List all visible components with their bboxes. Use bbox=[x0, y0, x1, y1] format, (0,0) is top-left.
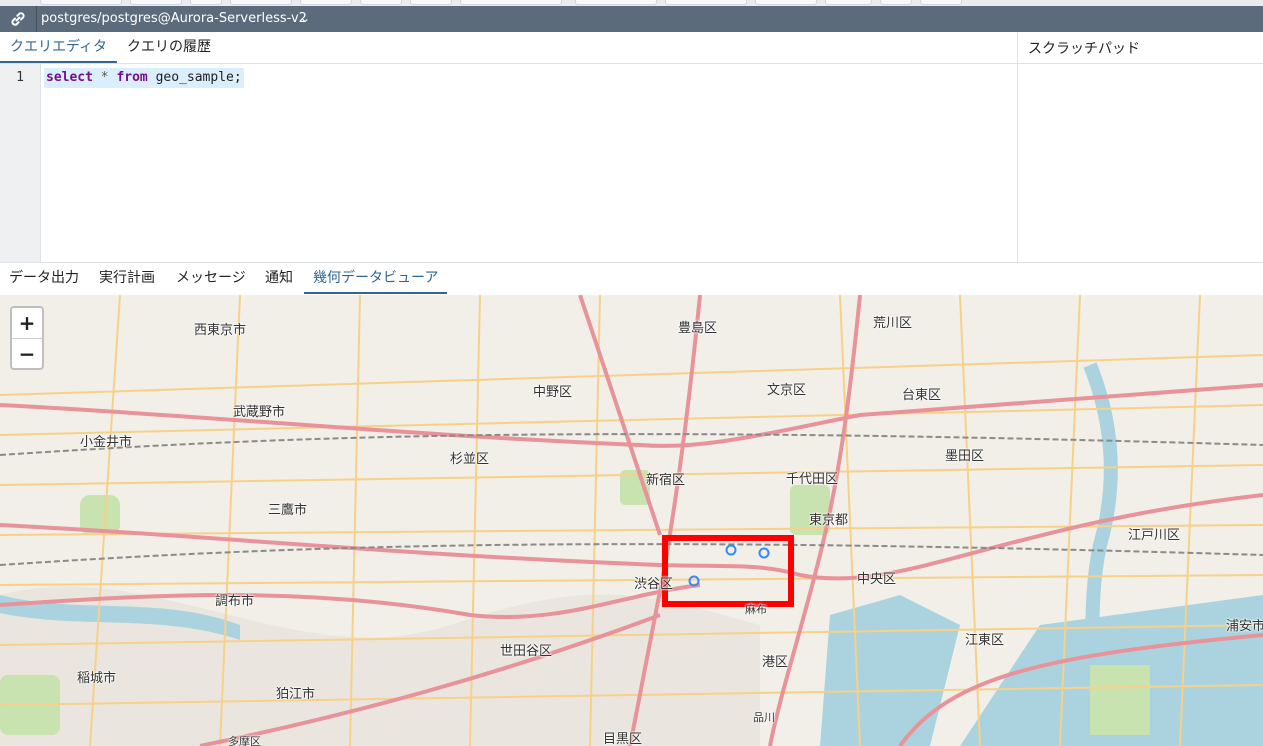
zoom-out-button[interactable]: − bbox=[12, 338, 42, 368]
divider bbox=[36, 6, 37, 32]
editor-tab-bar: クエリエディタ クエリの履歴 bbox=[0, 32, 1017, 64]
toolbar-button[interactable] bbox=[130, 0, 182, 5]
toolbar-button[interactable] bbox=[460, 0, 562, 5]
tab-notifications[interactable]: 通知 bbox=[265, 263, 293, 294]
map-label: 品川 bbox=[753, 711, 775, 724]
keyword-from: from bbox=[116, 70, 148, 85]
tab-query-editor[interactable]: クエリエディタ bbox=[0, 32, 117, 63]
map-label: 荒川区 bbox=[873, 316, 913, 331]
map-label: 稲城市 bbox=[77, 671, 117, 686]
toolbar-button[interactable] bbox=[190, 0, 222, 5]
map-label: 千代田区 bbox=[786, 472, 839, 487]
map-label: 調布市 bbox=[215, 594, 255, 609]
map-label: 浦安市 bbox=[1226, 619, 1263, 634]
map-label: 渋谷区 bbox=[634, 577, 674, 592]
tab-geometry-viewer[interactable]: 幾何データビューア bbox=[304, 263, 448, 294]
map-label: 小金井市 bbox=[80, 435, 133, 450]
toolbar-button[interactable] bbox=[920, 0, 962, 5]
operator-star: * bbox=[100, 70, 109, 85]
connection-link-icon[interactable] bbox=[0, 6, 36, 32]
map-label: 豊島区 bbox=[678, 321, 718, 336]
line-number: 1 bbox=[16, 70, 24, 85]
map-label: 新宿区 bbox=[646, 473, 686, 488]
toolbar-button[interactable] bbox=[825, 0, 872, 5]
geometry-map[interactable]: + − 西東京市 豊島区 荒川区 中野区 文京区 台東区 武蔵野市 小金井市 杉… bbox=[0, 295, 1263, 746]
zoom-in-button[interactable]: + bbox=[12, 308, 42, 338]
toolbar-button[interactable] bbox=[230, 0, 292, 5]
table-name: geo_sample; bbox=[155, 70, 242, 85]
toolbar-button[interactable] bbox=[880, 0, 912, 5]
tab-explain[interactable]: 実行計画 bbox=[99, 263, 155, 294]
map-label: 墨田区 bbox=[945, 449, 985, 464]
result-tab-bar: データ出力 実行計画 メッセージ 通知 幾何データビューア bbox=[0, 262, 1263, 296]
sql-editor[interactable]: 1 select * from geo_sample; bbox=[0, 64, 1017, 262]
connection-bar: postgres/postgres@Aurora-Serverless-v2 ⌄ bbox=[0, 6, 1263, 32]
tab-messages[interactable]: メッセージ bbox=[176, 263, 246, 294]
map-label: 台東区 bbox=[902, 388, 942, 403]
map-label: 文京区 bbox=[767, 383, 807, 398]
map-label: 東京都 bbox=[809, 513, 849, 528]
map-label: 武蔵野市 bbox=[233, 405, 286, 420]
toolbar-button[interactable] bbox=[665, 0, 747, 5]
map-label: 多摩区 bbox=[228, 735, 261, 746]
scratch-pad-title: スクラッチパッド bbox=[1028, 41, 1140, 57]
map-tiles bbox=[0, 295, 1263, 746]
map-label: 麻布 bbox=[745, 603, 767, 616]
code-line[interactable]: select * from geo_sample; bbox=[44, 68, 244, 88]
scratch-pad-panel: スクラッチパッド bbox=[1017, 32, 1263, 262]
map-label: 港区 bbox=[762, 655, 789, 670]
toolbar-button[interactable] bbox=[360, 0, 402, 5]
line-gutter: 1 bbox=[0, 64, 41, 262]
map-label: 杉並区 bbox=[450, 452, 490, 467]
map-label: 中野区 bbox=[533, 385, 573, 400]
zoom-control: + − bbox=[10, 306, 44, 370]
map-label: 狛江市 bbox=[276, 687, 316, 702]
toolbar-button[interactable] bbox=[40, 0, 122, 5]
map-label: 江東区 bbox=[965, 633, 1005, 648]
map-label: 西東京市 bbox=[194, 323, 247, 338]
tab-data-output[interactable]: データ出力 bbox=[9, 263, 79, 294]
toolbar-button[interactable] bbox=[755, 0, 817, 5]
map-label: 目黒区 bbox=[603, 732, 643, 746]
tab-query-history[interactable]: クエリの履歴 bbox=[127, 32, 211, 63]
map-label: 世田谷区 bbox=[500, 644, 553, 659]
map-label: 中央区 bbox=[857, 572, 897, 587]
toolbar-button[interactable] bbox=[575, 0, 657, 5]
toolbar-button[interactable] bbox=[300, 0, 352, 5]
divider bbox=[1018, 63, 1263, 64]
toolbar-button[interactable] bbox=[410, 0, 452, 5]
connection-selector[interactable]: postgres/postgres@Aurora-Serverless-v2 bbox=[41, 11, 307, 26]
map-label: 江戸川区 bbox=[1128, 528, 1181, 543]
chevron-down-icon[interactable]: ⌄ bbox=[300, 11, 310, 25]
map-label: 三鷹市 bbox=[268, 503, 308, 518]
keyword-select: select bbox=[46, 70, 93, 85]
